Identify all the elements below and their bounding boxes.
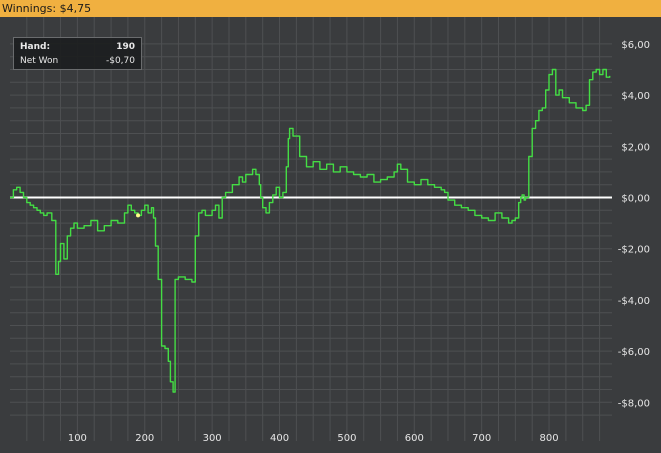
x-tick-label: 200	[135, 433, 154, 444]
x-tick-label: 600	[405, 433, 424, 444]
x-tick-label: 800	[539, 433, 558, 444]
x-tick-label: 400	[270, 433, 289, 444]
winnings-title-bar: Winnings: $4,75	[0, 0, 661, 17]
y-tick-label: $0,00	[621, 194, 650, 205]
tooltip-hand-value: 190	[116, 42, 135, 52]
y-tick-label: $4,00	[621, 91, 650, 102]
x-tick-label: 500	[337, 433, 356, 444]
x-tick-label: 100	[68, 433, 87, 444]
winnings-label: Winnings: $4,75	[2, 2, 92, 15]
y-tick-label: -$8,00	[618, 398, 650, 409]
tooltip-netwon-value: -$0,70	[105, 56, 135, 66]
y-tick-label: -$6,00	[618, 347, 650, 358]
highlight-point[interactable]	[136, 213, 141, 218]
y-tick-label: -$4,00	[618, 296, 650, 307]
tooltip-hand-label: Hand:	[20, 42, 51, 52]
x-tick-label: 300	[203, 433, 222, 444]
x-tick-label: 700	[472, 433, 491, 444]
y-tick-label: -$2,00	[618, 245, 650, 256]
y-tick-label: $6,00	[621, 40, 650, 51]
hand-tooltip: Hand: 190 Net Won -$0,70	[13, 37, 142, 70]
winnings-chart: 100 200 300 400 500 600 700 800 $6,00 $4,00 $2,00 $…	[0, 17, 661, 453]
y-tick-label: $2,00	[621, 142, 650, 153]
tooltip-netwon-label: Net Won	[20, 56, 59, 66]
